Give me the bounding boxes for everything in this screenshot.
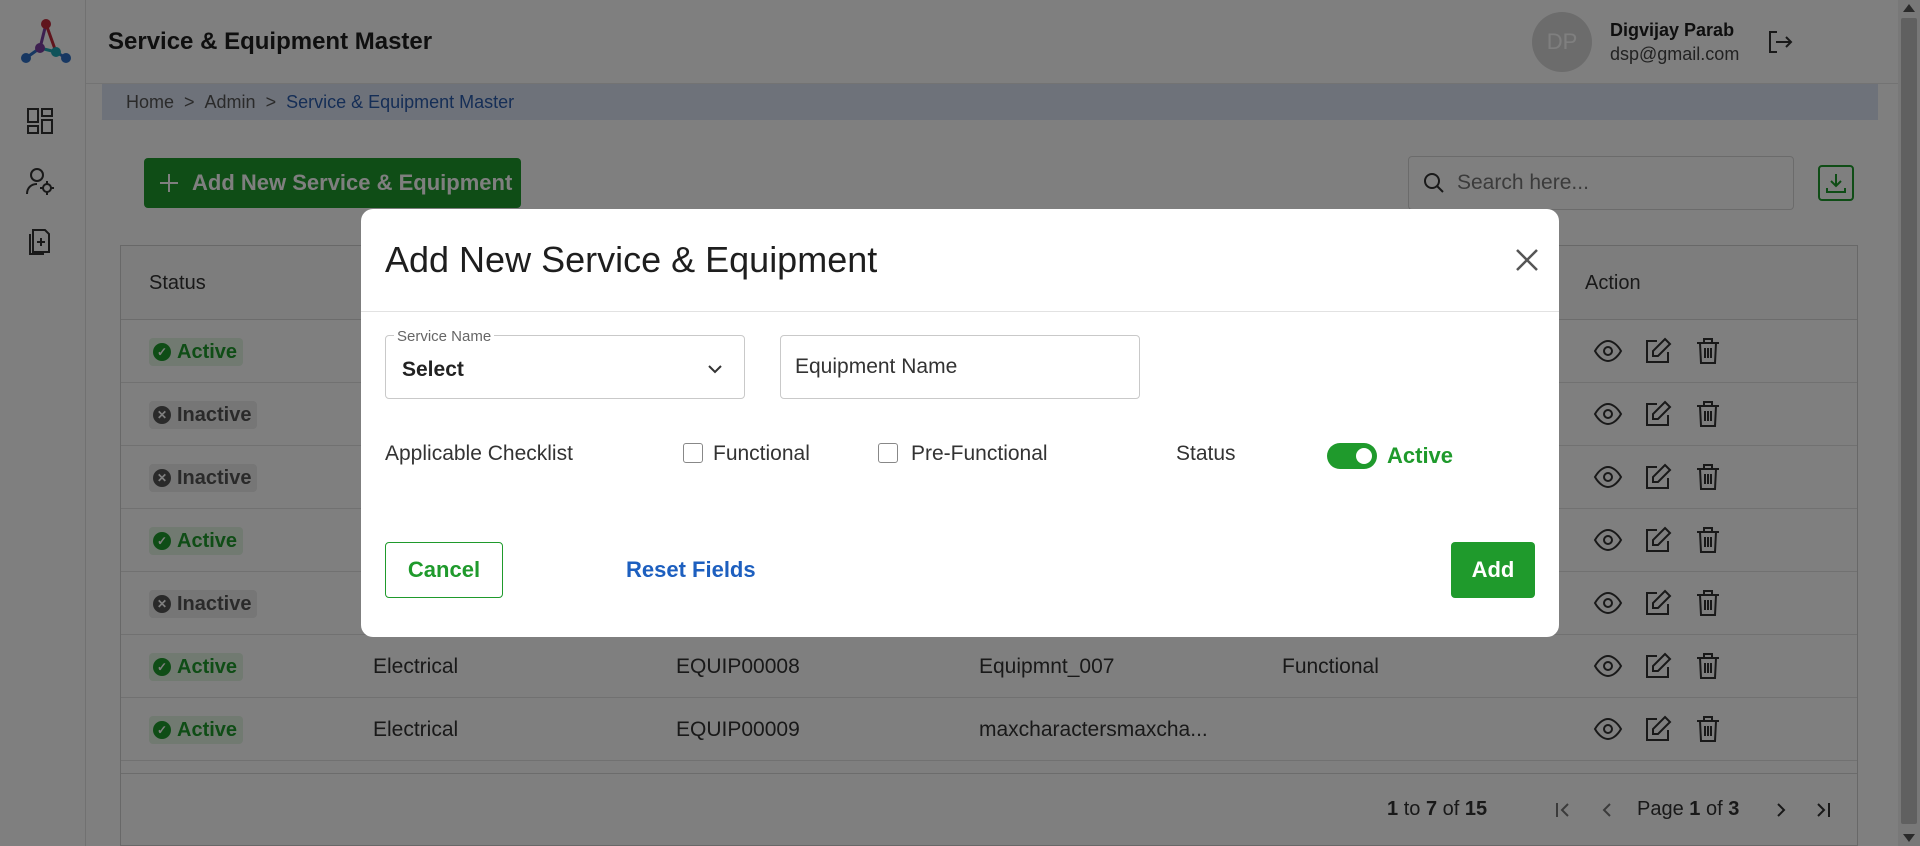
reset-fields-button[interactable]: Reset Fields [626, 557, 756, 583]
chevron-down-icon [708, 365, 722, 374]
service-name-select[interactable]: Service Name Select [385, 328, 745, 399]
status-label: Status [1176, 442, 1236, 465]
cancel-button[interactable]: Cancel [385, 542, 503, 598]
pre-functional-checkbox[interactable] [878, 443, 898, 463]
applicable-checklist-label: Applicable Checklist [385, 442, 573, 465]
toggle-knob [1356, 448, 1372, 464]
functional-checkbox[interactable] [683, 443, 703, 463]
functional-label[interactable]: Functional [713, 442, 810, 466]
equipment-name-input[interactable] [780, 335, 1140, 399]
service-name-value: Select [402, 358, 464, 381]
modal-header: Add New Service & Equipment [361, 209, 1559, 312]
status-toggle[interactable] [1327, 443, 1377, 469]
service-name-label: Service Name [394, 328, 495, 345]
close-icon[interactable] [1509, 242, 1545, 278]
add-button[interactable]: Add [1451, 542, 1535, 598]
add-service-equipment-modal: Add New Service & Equipment Service Name… [361, 209, 1559, 637]
pre-functional-label[interactable]: Pre-Functional [911, 442, 1048, 466]
status-toggle-label: Active [1387, 443, 1454, 468]
modal-title: Add New Service & Equipment [385, 239, 878, 280]
